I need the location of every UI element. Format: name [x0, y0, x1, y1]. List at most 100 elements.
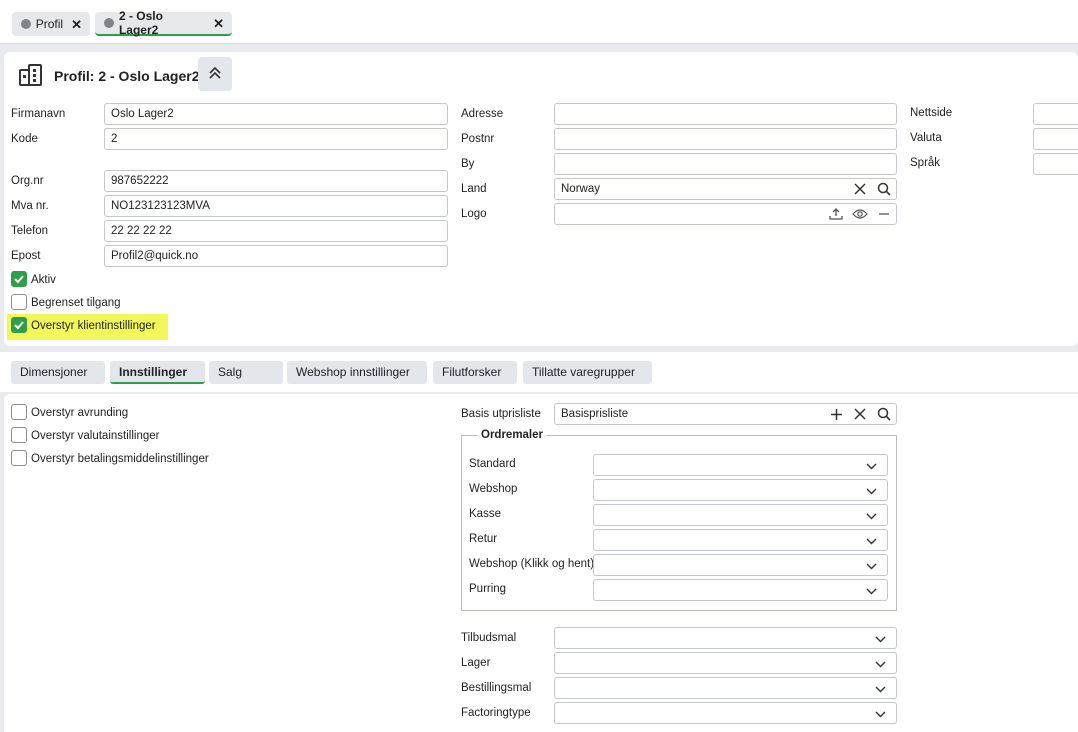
land-value: Norway [561, 183, 600, 195]
lager-select[interactable] [554, 652, 897, 674]
chevron-down-icon [866, 561, 877, 573]
chevron-down-icon [875, 634, 886, 646]
bestillingsmal-label: Bestillingsmal [461, 682, 532, 694]
tilbudsmal-label: Tilbudsmal [461, 632, 517, 644]
chevron-down-icon [875, 709, 886, 721]
overstyr-betalingsmiddel-checkbox[interactable] [11, 450, 27, 466]
telefon-label: Telefon [11, 225, 49, 237]
chevron-down-icon [875, 659, 886, 671]
overstyr-klient-checkbox[interactable] [11, 317, 27, 333]
webshop-klikk-select[interactable] [593, 554, 888, 576]
overstyr-avrunding-checkbox[interactable] [11, 404, 27, 420]
valuta-field[interactable] [1033, 128, 1078, 150]
tab-innstillinger[interactable]: Innstillinger [110, 361, 205, 384]
land-lookup[interactable]: Norway [554, 178, 897, 200]
tab-status-dot-icon [104, 18, 114, 28]
chevron-down-icon [866, 486, 877, 498]
tab-filutforsker[interactable]: Filutforsker [433, 361, 517, 384]
telefon-field[interactable] [104, 220, 448, 242]
collapse-button[interactable] [198, 57, 232, 91]
tab-oslo-lager2[interactable]: 2 - Oslo Lager2 ✕ [95, 9, 232, 37]
tab-profil[interactable]: Profil ✕ [12, 12, 90, 36]
adresse-label: Adresse [461, 108, 504, 120]
double-chevron-up-icon [207, 65, 223, 84]
page-title: Profil: 2 - Oslo Lager2 [54, 68, 200, 84]
tab-salg[interactable]: Salg [209, 361, 283, 384]
overstyr-valuta-label: Overstyr valutainstillinger [31, 430, 160, 442]
add-icon[interactable] [827, 406, 845, 422]
aktiv-label: Aktiv [31, 274, 56, 286]
logo-field[interactable] [554, 203, 897, 225]
tab-label: 2 - Oslo Lager2 [118, 9, 163, 37]
purring-select[interactable] [593, 579, 888, 601]
logo-label: Logo [461, 208, 487, 220]
epost-field[interactable] [104, 245, 448, 267]
standard-label: Standard [469, 458, 516, 470]
webshop-label: Webshop [469, 483, 518, 495]
webshop-klikk-label: Webshop (Klikk og hent) [469, 558, 595, 570]
mva-field[interactable] [104, 195, 448, 217]
overstyr-avrunding-label: Overstyr avrunding [31, 407, 129, 419]
begrenset-checkbox[interactable] [11, 294, 27, 310]
chevron-down-icon [866, 461, 877, 473]
mva-label: Mva nr. [11, 200, 49, 212]
page-title-row: Profil: 2 - Oslo Lager2 [18, 60, 199, 92]
kasse-select[interactable] [593, 504, 888, 526]
search-icon[interactable] [875, 406, 893, 422]
chevron-down-icon [866, 586, 877, 598]
basis-utprisliste-lookup[interactable]: Basisprisliste [554, 403, 897, 425]
epost-label: Epost [11, 250, 41, 262]
tab-tillatte-varegrupper[interactable]: Tillatte varegrupper [523, 361, 652, 384]
nettside-field[interactable] [1033, 103, 1078, 125]
tab-label: Profil [35, 17, 64, 31]
clear-icon[interactable] [851, 181, 869, 197]
overstyr-valuta-checkbox[interactable] [11, 427, 27, 443]
aktiv-checkbox[interactable] [11, 271, 27, 287]
factoringtype-select[interactable] [554, 702, 897, 724]
tab-dimensjoner[interactable]: Dimensjoner [11, 361, 105, 384]
kode-field[interactable] [104, 128, 448, 150]
close-icon[interactable]: ✕ [71, 18, 82, 31]
remove-icon[interactable] [875, 206, 893, 222]
kode-label: Kode [11, 133, 38, 145]
retur-select[interactable] [593, 529, 888, 551]
eye-icon[interactable] [851, 206, 869, 222]
building-icon [18, 62, 44, 91]
lager-label: Lager [461, 657, 491, 669]
clear-icon[interactable] [851, 406, 869, 422]
overstyr-klient-label: Overstyr klientinstillinger [31, 320, 156, 332]
land-label: Land [461, 183, 487, 195]
tilbudsmal-select[interactable] [554, 627, 897, 649]
postnr-label: Postnr [461, 133, 495, 145]
purring-label: Purring [469, 583, 507, 595]
orgnr-label: Org.nr [11, 175, 44, 187]
by-label: By [461, 158, 475, 170]
close-icon[interactable]: ✕ [213, 17, 224, 30]
sprak-label: Språk [910, 157, 941, 169]
kasse-label: Kasse [469, 508, 501, 520]
search-icon[interactable] [875, 181, 893, 197]
basis-utprisliste-label: Basis utprisliste [461, 408, 541, 420]
begrenset-label: Begrenset tilgang [31, 297, 121, 309]
firmanavn-field[interactable] [104, 103, 448, 125]
postnr-field[interactable] [554, 128, 897, 150]
bestillingsmal-select[interactable] [554, 677, 897, 699]
tab-webshop-innstillinger[interactable]: Webshop innstillinger [287, 361, 427, 384]
standard-select[interactable] [593, 454, 888, 476]
ordremaler-legend: Ordremaler [481, 429, 544, 441]
chevron-down-icon [875, 684, 886, 696]
upload-icon[interactable] [827, 206, 845, 222]
tab-status-dot-icon [21, 19, 31, 29]
check-icon [14, 321, 24, 330]
chevron-down-icon [866, 536, 877, 548]
orgnr-field[interactable] [104, 170, 448, 192]
webshop-select[interactable] [593, 479, 888, 501]
sprak-field[interactable] [1033, 153, 1078, 175]
factoringtype-label: Factoringtype [461, 707, 531, 719]
check-icon [14, 275, 24, 284]
firmanavn-label: Firmanavn [11, 108, 66, 120]
overstyr-betalingsmiddel-label: Overstyr betalingsmiddelinstillinger [31, 453, 209, 465]
adresse-field[interactable] [554, 103, 897, 125]
by-field[interactable] [554, 153, 897, 175]
nettside-label: Nettside [910, 107, 953, 119]
